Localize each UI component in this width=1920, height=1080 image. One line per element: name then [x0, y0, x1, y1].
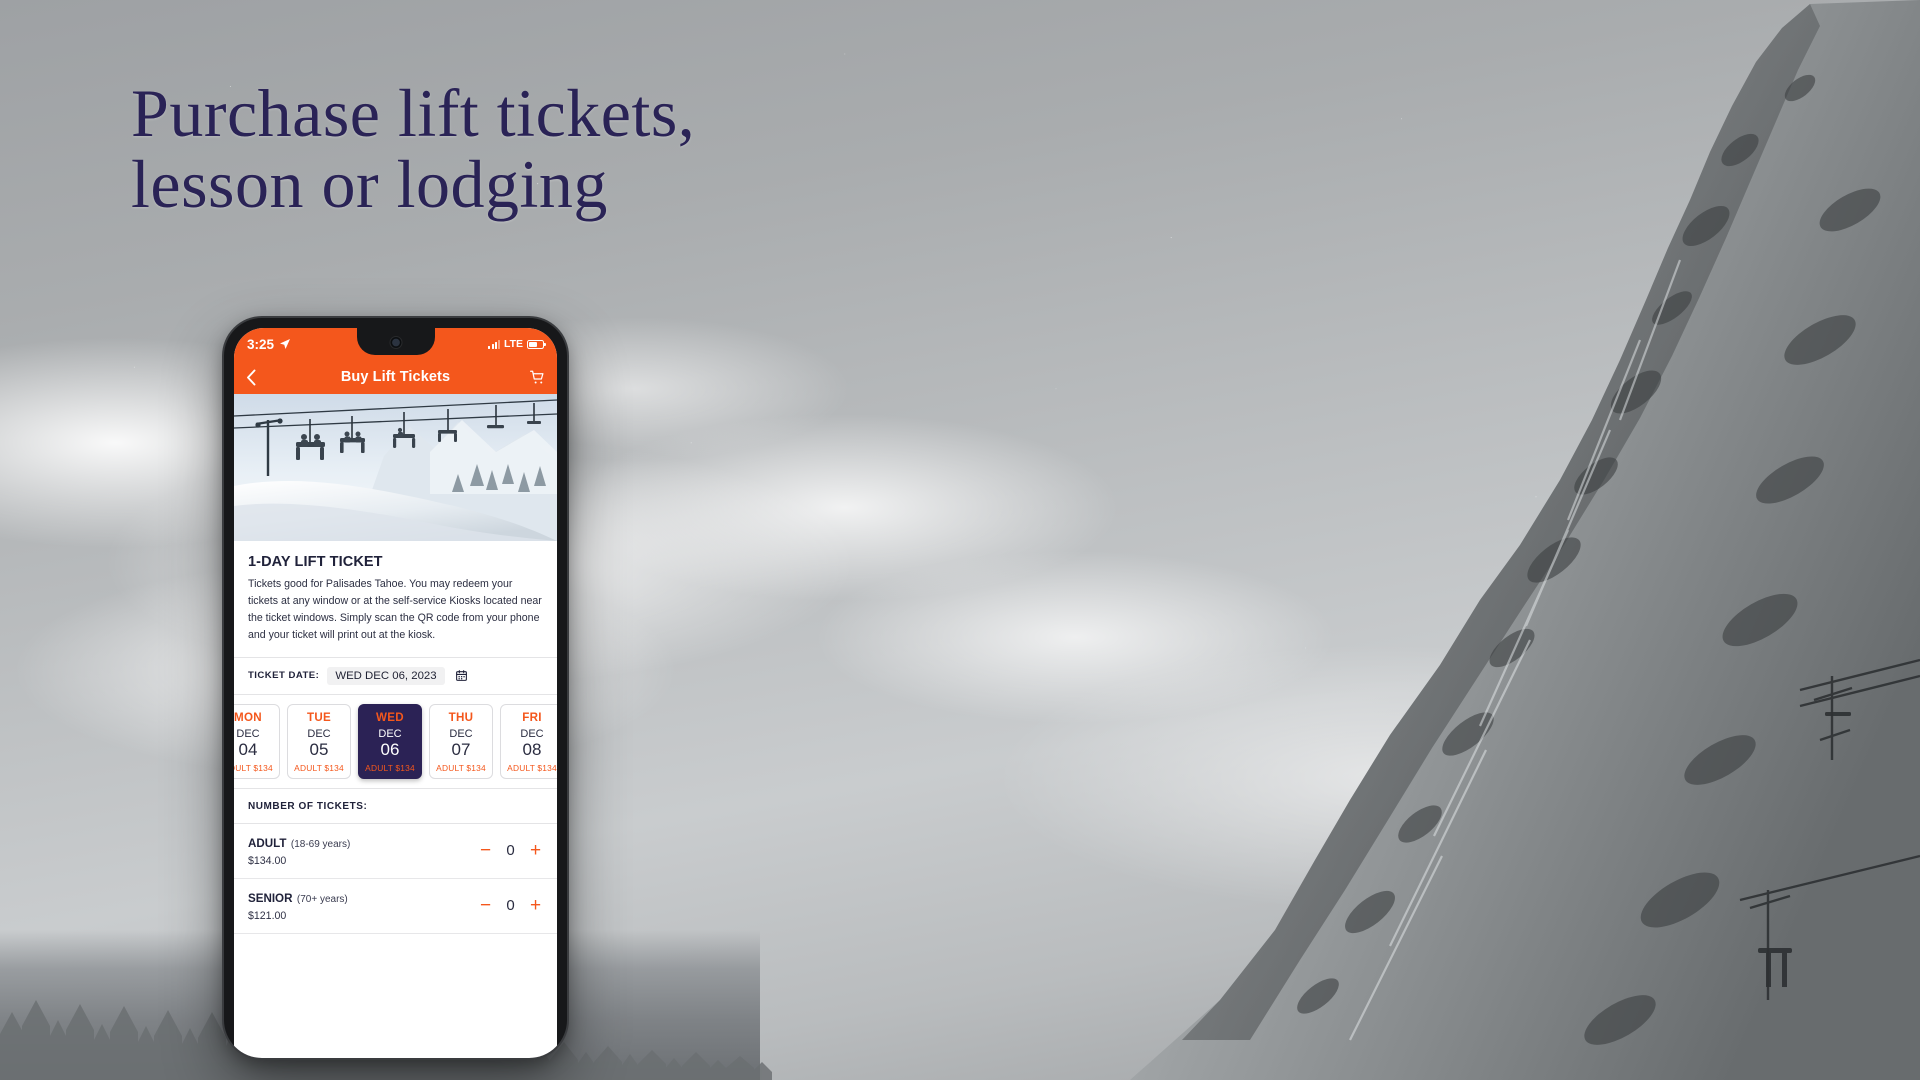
- mountain-ridge-graphic: [1130, 0, 1920, 1080]
- date-card-month: DEC: [378, 727, 402, 740]
- date-card-day: 06: [380, 739, 400, 759]
- ticket-row-info: ADULT (18-69 years) $134.00: [248, 834, 478, 867]
- ticket-row: ADULT (18-69 years) $134.00−0 +: [234, 824, 557, 880]
- status-bar-time: 3:25: [247, 336, 275, 352]
- date-card-price: ADULT $134: [507, 763, 557, 774]
- shopping-cart-icon: [530, 370, 544, 383]
- ticket-row: SENIOR (70+ years) $121.00 −0 +: [234, 879, 557, 935]
- front-camera-icon: [390, 337, 401, 348]
- date-card-day: 05: [309, 739, 329, 759]
- date-card-month: DEC: [520, 727, 544, 740]
- headline-line-1: Purchase lift tickets,: [131, 75, 696, 151]
- ticket-type-name: ADULT: [248, 837, 287, 851]
- date-card[interactable]: FRI DEC 08 ADULT $134: [500, 703, 557, 780]
- date-card-dow: THU: [448, 710, 474, 724]
- quantity-stepper[interactable]: −0 +: [478, 841, 543, 860]
- ticket-row-title: ADULT (18-69 years): [248, 834, 478, 852]
- location-arrow-icon: [279, 338, 291, 350]
- quantity-value: 0: [506, 842, 515, 860]
- date-card-month: DEC: [236, 727, 260, 740]
- date-card[interactable]: THU DEC 07 ADULT $134: [429, 703, 493, 780]
- date-card-day: 07: [451, 739, 471, 759]
- date-card-month: DEC: [307, 727, 331, 740]
- battery-icon: [527, 339, 547, 349]
- ticket-date-value[interactable]: WED DEC 06, 2023: [327, 666, 445, 685]
- phone-mockup: 3:25 LTE Buy Lift Tickets 1-DAY LIFT TIC…: [224, 318, 567, 1058]
- page-title: Buy Lift Tickets: [340, 369, 451, 385]
- date-card-dow: FRI: [522, 710, 542, 724]
- ticket-quantity-list: ADULT (18-69 years) $134.00−0 + SENIOR (70+…: [234, 824, 557, 935]
- ticket-row-info: SENIOR (70+ years) $121.00: [248, 889, 478, 922]
- increment-button[interactable]: +: [528, 896, 543, 915]
- hero-image: [234, 394, 557, 541]
- date-card-dow: WED: [376, 710, 404, 724]
- ticket-date-label: TICKET DATE:: [248, 670, 320, 682]
- decrement-button[interactable]: −: [478, 896, 493, 915]
- app-content: 1-DAY LIFT TICKET Tickets good for Palis…: [234, 541, 557, 935]
- chevron-left-icon: [247, 369, 256, 385]
- signal-bars-icon: [488, 339, 500, 349]
- ticket-description: Tickets good for Palisades Tahoe. You ma…: [248, 578, 542, 642]
- ticket-unit-price: $121.00: [248, 910, 287, 923]
- date-carousel[interactable]: MONDEC04ADULT $134TUEDEC05ADULT $134WEDD…: [234, 695, 557, 789]
- date-card[interactable]: MON DEC04 ADULT $134: [234, 703, 280, 780]
- date-card-price: ADULT $134: [365, 763, 415, 774]
- increment-button[interactable]: +: [528, 841, 543, 860]
- decrement-button[interactable]: −: [478, 841, 493, 860]
- ticket-date-row[interactable]: TICKET DATE: WED DEC 06, 2023: [234, 656, 557, 695]
- date-card-month: DEC: [449, 727, 473, 740]
- date-card-dow: MON: [234, 710, 262, 724]
- ticket-row-title: SENIOR (70+ years): [248, 889, 478, 907]
- phone-screen: 3:25 LTE Buy Lift Tickets 1-DAY LIFT TIC…: [234, 328, 557, 1058]
- date-card-day: 04: [238, 739, 258, 759]
- date-card-day: 08: [522, 739, 542, 759]
- ticket-age-range: (18-69 years): [290, 839, 351, 851]
- date-card[interactable]: WED DEC 06 ADULT $134: [358, 703, 422, 780]
- tickets-section-header: NUMBER OF TICKETS:: [234, 788, 557, 825]
- quantity-stepper[interactable]: −0 +: [478, 896, 543, 915]
- ticket-age-range: (70+ years): [296, 894, 348, 906]
- phone-notch: [356, 328, 435, 355]
- date-card-dow: TUE: [306, 710, 332, 724]
- ticket-unit-price: $134.00: [248, 855, 287, 868]
- ticket-type-name: SENIOR: [248, 892, 293, 906]
- quantity-value: 0: [506, 897, 515, 915]
- cart-button[interactable]: [530, 370, 545, 385]
- page-headline: Purchase lift tickets, lesson or lodging: [131, 78, 971, 219]
- date-card[interactable]: TUE DEC 05 ADULT $134: [287, 703, 351, 780]
- app-nav-bar: Buy Lift Tickets: [234, 360, 557, 394]
- ticket-title: 1-DAY LIFT TICKET: [248, 554, 383, 570]
- calendar-icon[interactable]: [455, 669, 468, 682]
- chairlift-illustration: [234, 394, 557, 541]
- date-card-price: ADULT $134: [436, 763, 486, 774]
- date-card-price: ADULT $134: [234, 763, 273, 774]
- back-button[interactable]: [246, 369, 256, 386]
- headline-line-2: lesson or lodging: [131, 145, 608, 222]
- network-label: LTE: [503, 338, 523, 350]
- date-card-price: ADULT $134: [294, 763, 344, 774]
